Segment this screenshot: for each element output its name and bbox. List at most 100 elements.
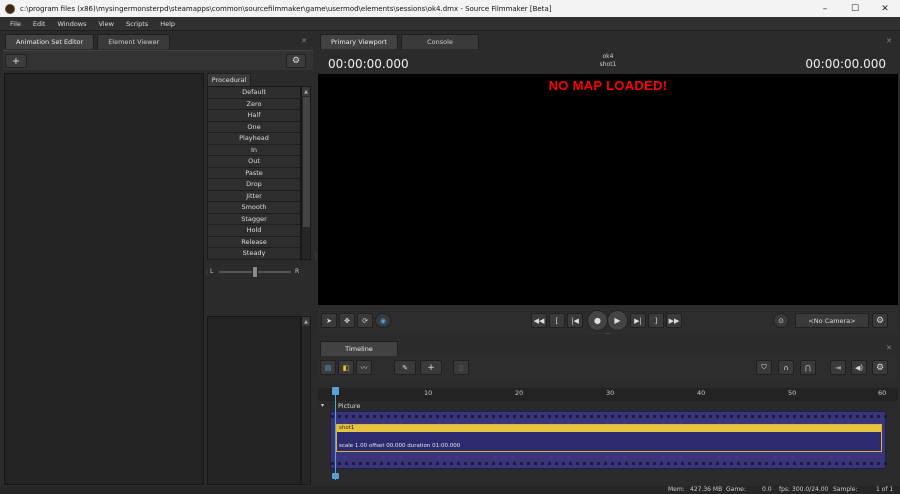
procedural-panel: Procedural Default Zero Half One Playhea… [207, 73, 313, 485]
window-title: c:\program files (x86)\mysingermonsterpd… [20, 4, 552, 13]
shot-clip-details: scale 1.00 offset 00.000 duration 01:00.… [339, 443, 461, 449]
select-tool-icon[interactable]: ➤ [321, 313, 337, 328]
fast-forward-icon[interactable]: ▶▶ [666, 313, 682, 328]
procedural-half[interactable]: Half [208, 110, 300, 122]
timeline-gear-icon[interactable]: ⚙ [872, 360, 888, 375]
camera-dropdown[interactable]: <No Camera> [795, 313, 869, 328]
tick-label: 20 [515, 389, 524, 397]
add-animation-set-button[interactable]: + [5, 54, 27, 68]
procedural-lower-list[interactable] [207, 316, 301, 485]
timecode-left: 00:00:00.000 [328, 57, 409, 71]
splitter-handle[interactable]: ⋮ [204, 270, 210, 276]
procedural-default[interactable]: Default [208, 87, 300, 99]
scroll-thumb[interactable] [303, 97, 310, 227]
menu-windows[interactable]: Windows [51, 20, 92, 28]
prev-key-icon[interactable]: [ [549, 313, 565, 328]
lock-icon[interactable]: ▯ [453, 360, 469, 375]
tab-procedural[interactable]: Procedural [207, 73, 251, 86]
maximize-button[interactable]: ☐ [840, 0, 870, 17]
left-dock-close-icon[interactable]: ✕ [301, 37, 307, 45]
animation-set-gear-icon[interactable]: ⚙ [286, 54, 306, 68]
shot-clip[interactable]: shot1 scale 1.00 offset 00.000 duration … [336, 424, 882, 452]
horizontal-splitter-handle[interactable]: ··· [605, 332, 611, 338]
playhead-handle[interactable] [332, 387, 339, 395]
tick-label: 30 [606, 389, 615, 397]
menu-help[interactable]: Help [154, 20, 181, 28]
animation-set-list[interactable] [4, 73, 204, 485]
procedural-steady[interactable]: Steady [208, 248, 300, 260]
procedural-jitter[interactable]: Jitter [208, 190, 300, 202]
viewport-dock: Primary Viewport Console ✕ 00:00:00.000 … [318, 33, 898, 335]
viewport-canvas[interactable]: NO MAP LOADED! [318, 74, 898, 305]
close-button[interactable]: ✕ [870, 0, 900, 17]
record-icon[interactable]: ● [587, 310, 608, 331]
procedural-list: Default Zero Half One Playhead In Out Pa… [207, 86, 301, 260]
play-icon[interactable]: ▶ [607, 310, 628, 331]
timeline-toolbar: ▤ ◧ 〰 ✎ + ▯ ⛉ ∩ ⋂ ⇥ ◀) ⚙ [318, 357, 898, 379]
viewport-header: 00:00:00.000 ok4 shot1 00:00:00.000 [318, 50, 898, 74]
magnet-icon[interactable]: ∩ [778, 360, 794, 375]
camera-target-icon[interactable]: ⊙ [773, 313, 789, 328]
scroll-up-icon[interactable]: ▲ [302, 317, 310, 326]
menu-file[interactable]: File [4, 20, 27, 28]
procedural-release[interactable]: Release [208, 236, 300, 248]
status-bar: Mem: 427.36 MB Game: 0.0 fps: 300.0/24.0… [0, 486, 900, 494]
goto-end-icon[interactable]: ⇥ [830, 360, 846, 375]
bookmark-icon[interactable]: ⛉ [756, 360, 772, 375]
app-icon [5, 3, 15, 14]
next-key-icon[interactable]: ] [648, 313, 664, 328]
next-frame-icon[interactable]: ▶| [630, 313, 646, 328]
procedural-playhead[interactable]: Playhead [208, 133, 300, 145]
procedural-smooth[interactable]: Smooth [208, 202, 300, 214]
menu-scripts[interactable]: Scripts [120, 20, 154, 28]
manipulator-tool-icon[interactable]: ◉ [375, 313, 391, 328]
animation-set-toolbar: + ⚙ [3, 50, 313, 70]
graph-editor-icon[interactable]: 〰 [356, 360, 372, 375]
slider-knob[interactable] [252, 266, 258, 278]
menu-view[interactable]: View [93, 20, 120, 28]
minimize-button[interactable]: – [810, 0, 840, 17]
timeline-ruler[interactable]: 0 10 20 30 40 50 60 [318, 388, 898, 401]
status-sample-label: Sample: [833, 486, 858, 493]
slider-left-label: L [210, 268, 214, 275]
procedural-in[interactable]: In [208, 144, 300, 156]
procedural-out[interactable]: Out [208, 156, 300, 168]
title-bar: c:\program files (x86)\mysingermonsterpd… [0, 0, 900, 17]
tab-element-viewer[interactable]: Element Viewer [97, 34, 171, 49]
procedural-stagger[interactable]: Stagger [208, 213, 300, 225]
snap-icon[interactable]: ⋂ [800, 360, 816, 375]
clip-editor-icon[interactable]: ▤ [320, 360, 336, 375]
procedural-one[interactable]: One [208, 121, 300, 133]
film-track[interactable]: shot1 scale 1.00 offset 00.000 duration … [330, 411, 887, 469]
add-clip-icon[interactable]: ✎ [394, 360, 416, 375]
procedural-scrollbar[interactable]: ▲ [301, 86, 311, 260]
status-mem-label: Mem: [668, 486, 685, 493]
rotate-tool-icon[interactable]: ⟳ [357, 313, 373, 328]
procedural-hold[interactable]: Hold [208, 225, 300, 237]
menu-edit[interactable]: Edit [27, 20, 52, 28]
rewind-icon[interactable]: ◀◀ [531, 313, 547, 328]
tab-console[interactable]: Console [401, 34, 479, 49]
timeline-tabs: Timeline [318, 340, 898, 356]
lr-slider: L R [207, 261, 313, 311]
motion-editor-icon[interactable]: ◧ [338, 360, 354, 375]
procedural-paste[interactable]: Paste [208, 167, 300, 179]
tab-timeline[interactable]: Timeline [320, 341, 398, 356]
procedural-zero[interactable]: Zero [208, 98, 300, 110]
viewport-gear-icon[interactable]: ⚙ [872, 313, 888, 328]
timeline-close-icon[interactable]: ✕ [886, 344, 892, 352]
prev-frame-icon[interactable]: |◀ [567, 313, 583, 328]
tick-label: 40 [697, 389, 706, 397]
main-splitter-handle[interactable]: ⋮ [313, 254, 319, 260]
add-track-icon[interactable]: + [420, 360, 442, 375]
tab-animation-set-editor[interactable]: Animation Set Editor [5, 34, 95, 49]
move-tool-icon[interactable]: ✥ [339, 313, 355, 328]
collapse-arrow-icon[interactable]: ▾ [321, 402, 324, 409]
procedural-lower-scrollbar[interactable]: ▲ [301, 316, 311, 485]
scroll-up-icon[interactable]: ▲ [302, 87, 310, 96]
playhead-bottom-handle[interactable] [332, 473, 339, 479]
procedural-drop[interactable]: Drop [208, 179, 300, 191]
tab-primary-viewport[interactable]: Primary Viewport [320, 34, 398, 49]
viewport-close-icon[interactable]: ✕ [886, 37, 892, 45]
audio-icon[interactable]: ◀) [851, 360, 867, 375]
